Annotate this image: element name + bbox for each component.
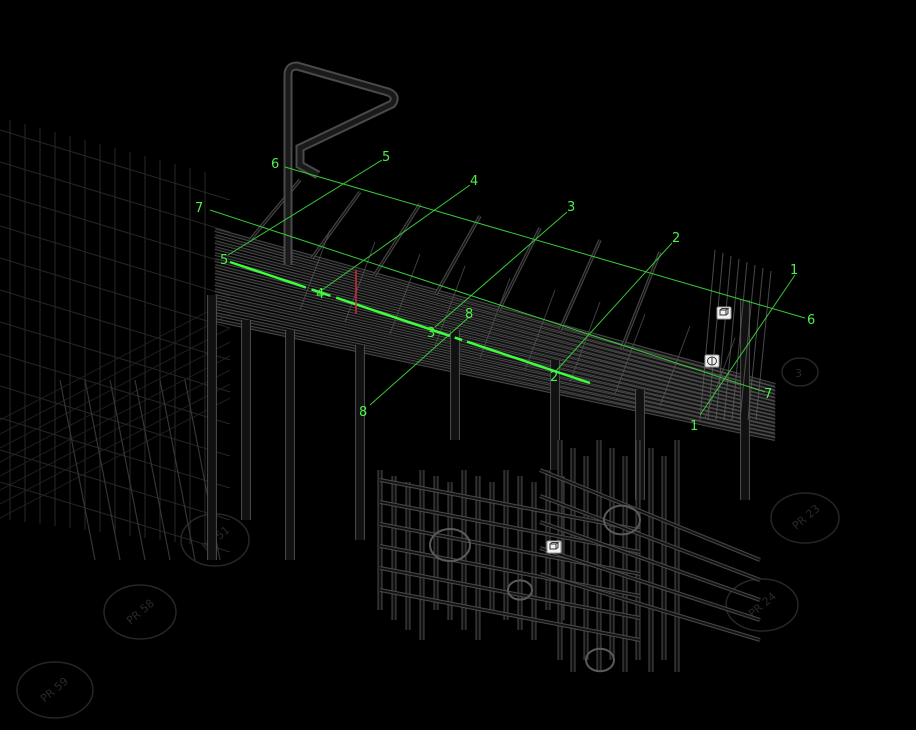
grid-label-3-bottom: 3	[427, 326, 435, 341]
grid-label-6-right: 6	[807, 313, 815, 328]
equipment-wireframe	[377, 440, 761, 673]
grid-label-6-left: 6	[271, 157, 279, 172]
cube-icon[interactable]	[716, 306, 732, 320]
wireframe-scene: PR 51 PR 58 PR 59 PR 23 PR 24 3 1 1 2 2 …	[0, 61, 840, 719]
section-icon[interactable]	[704, 354, 720, 368]
pad-pr23-label: PR 23	[790, 502, 823, 532]
pad-3-label: 3	[795, 367, 802, 380]
grid-label-4-bottom: 4	[316, 287, 324, 302]
grid-label-3-top: 3	[567, 200, 575, 215]
pad-pr58-label: PR 58	[124, 597, 157, 627]
grid-label-1-top: 1	[790, 263, 798, 278]
grid-line-6	[284, 166, 806, 319]
cube-icon[interactable]	[546, 540, 562, 554]
pad-pr59-label: PR 59	[38, 675, 71, 705]
grid-label-2-top: 2	[672, 231, 680, 246]
grid-label-4-top: 4	[470, 174, 478, 189]
grid-label-8-top: 8	[465, 307, 473, 322]
grid-label-1-bottom: 1	[690, 419, 698, 434]
grid-label-5-bottom: 5	[220, 253, 228, 268]
grid-label-7-right: 7	[764, 387, 772, 402]
model-viewport-3d[interactable]: PR 51 PR 58 PR 59 PR 23 PR 24 3 1 1 2 2 …	[0, 0, 916, 730]
grid-label-5-top: 5	[382, 150, 390, 165]
grid-label-7-left: 7	[195, 201, 203, 216]
left-structure-wireframe	[0, 120, 231, 561]
grid-label-8-bottom: 8	[359, 405, 367, 420]
expansion-loop-pipe	[283, 61, 399, 265]
grid-label-2-bottom: 2	[550, 370, 558, 385]
